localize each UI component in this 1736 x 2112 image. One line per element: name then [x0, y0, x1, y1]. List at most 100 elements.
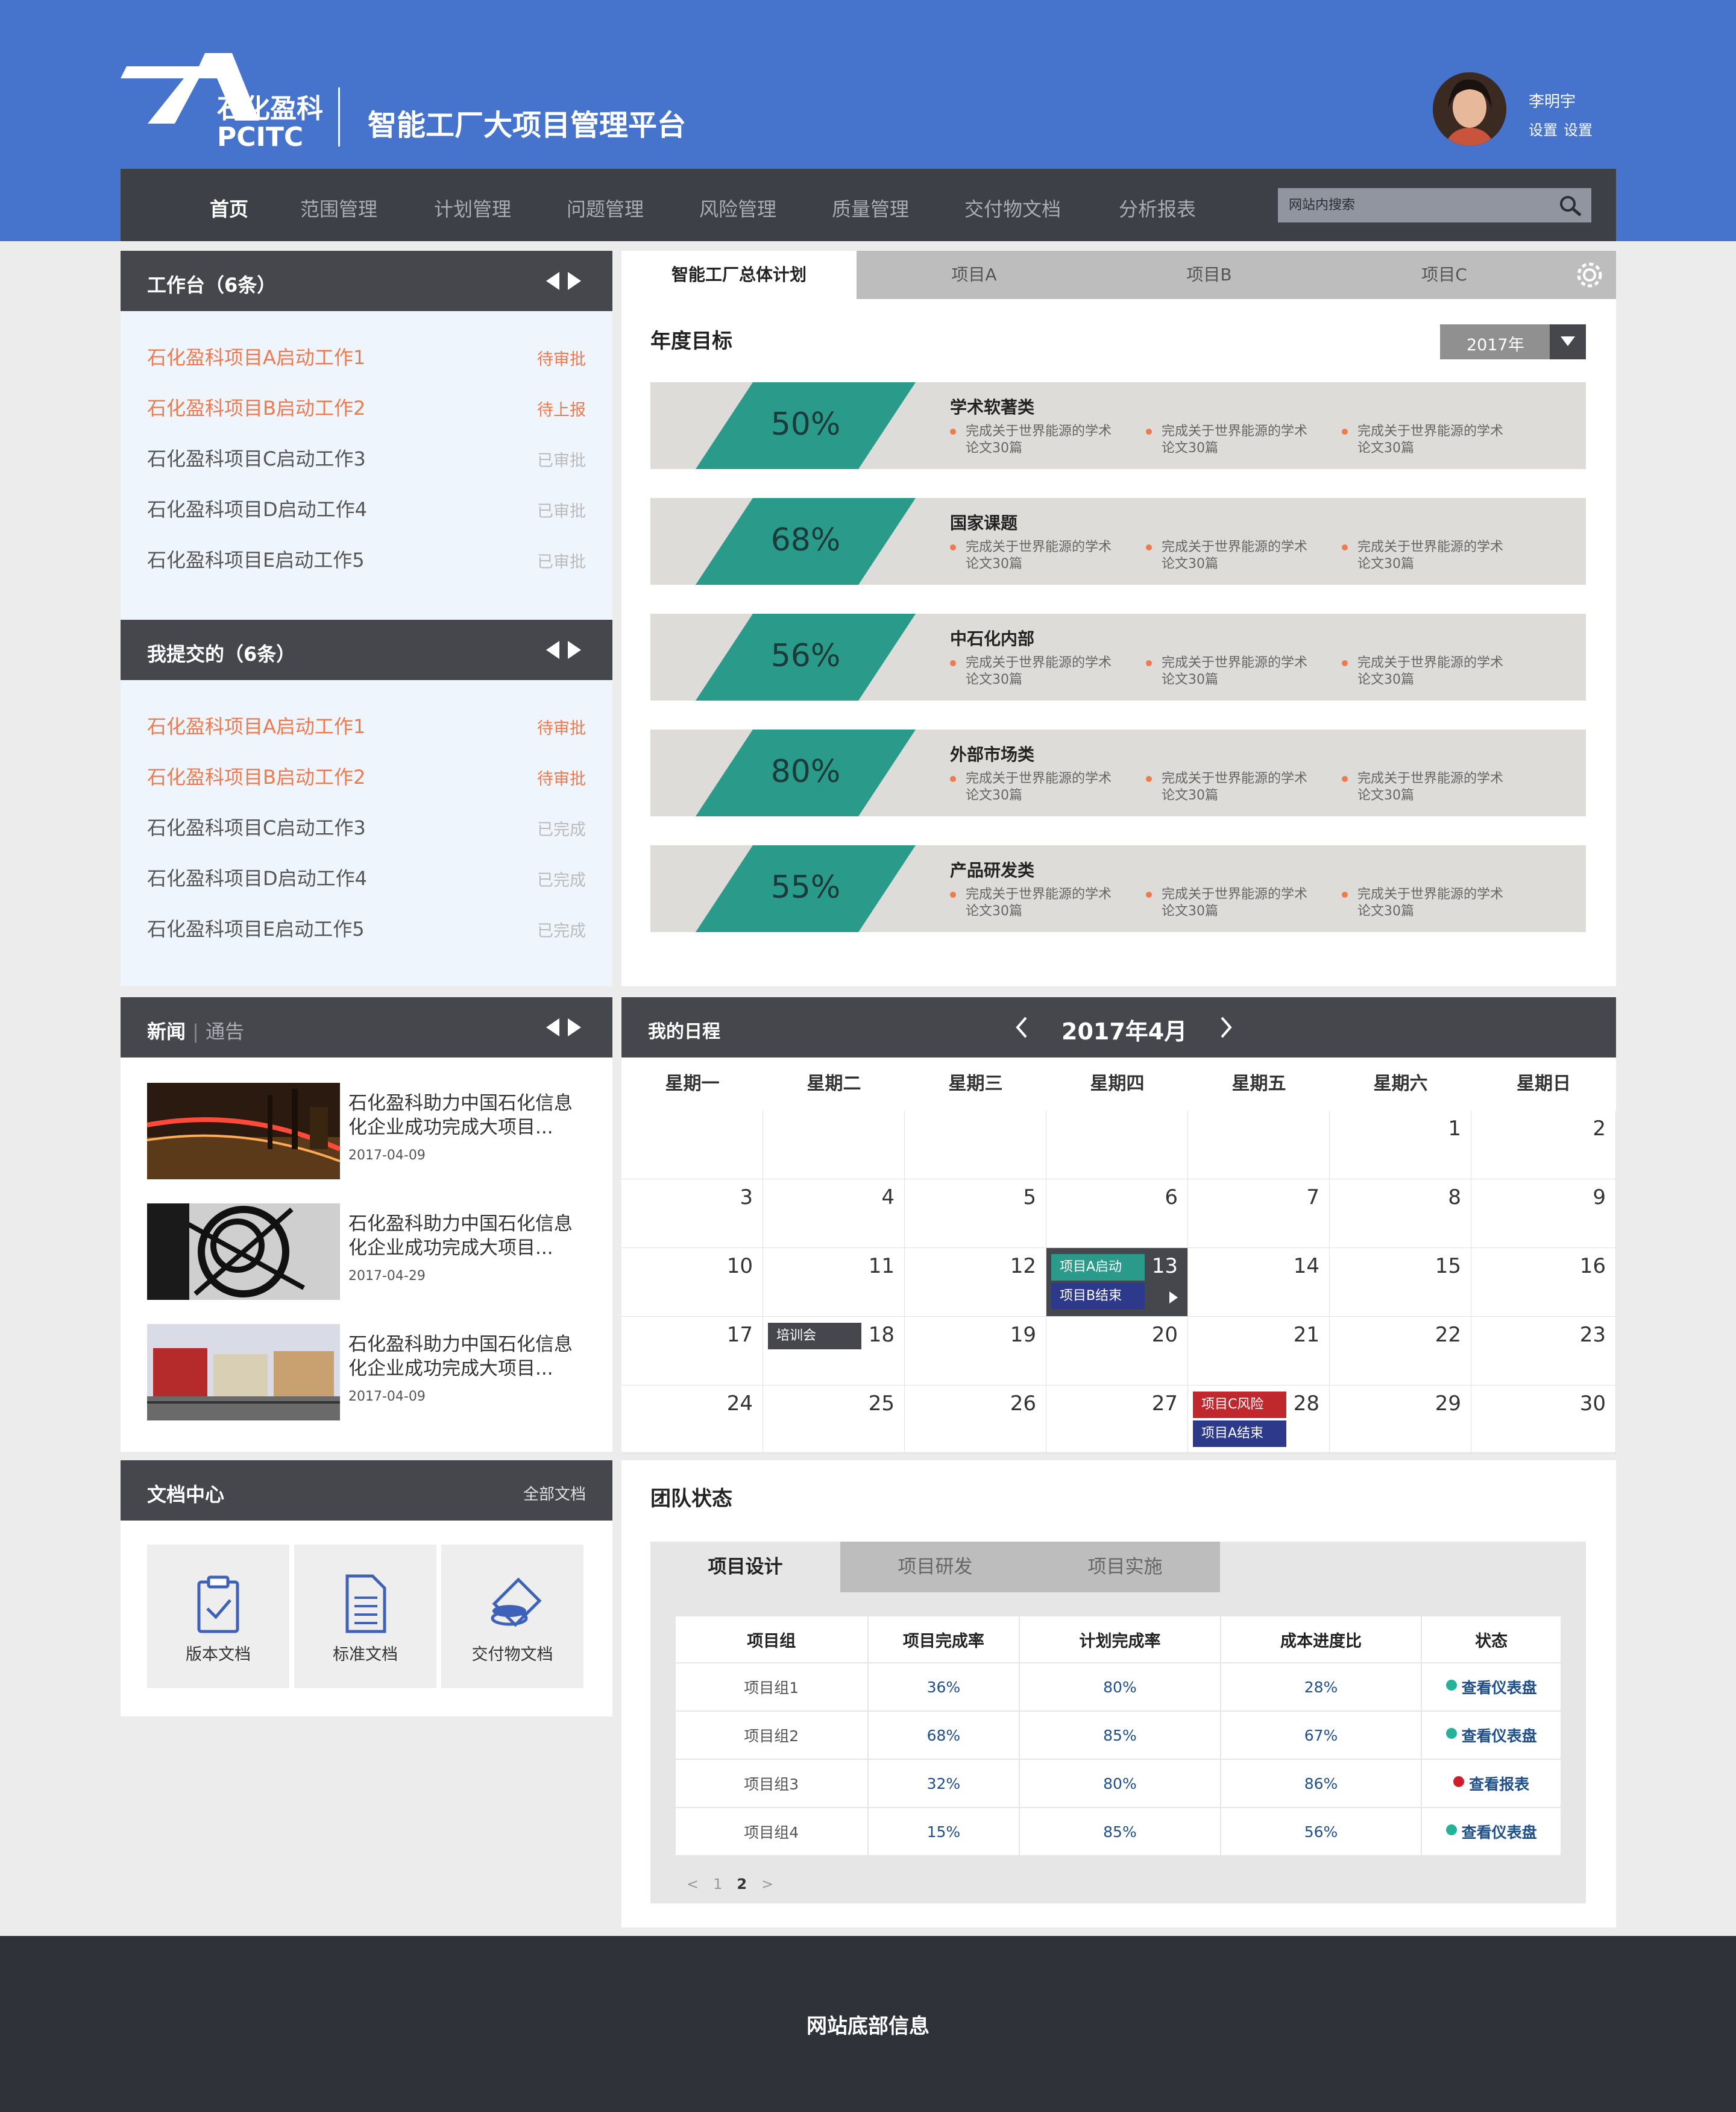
prev-arrow-icon[interactable] [546, 641, 559, 659]
news-image[interactable] [147, 1083, 340, 1179]
news-image[interactable] [147, 1203, 340, 1300]
list-item[interactable]: 石化盈科项目B启动工作2 待审批 [147, 749, 586, 799]
gear-icon[interactable] [1575, 260, 1604, 289]
pager-page[interactable]: 1 [713, 1876, 722, 1893]
calendar-cell[interactable]: 22 [1330, 1317, 1471, 1385]
calendar-cell[interactable]: 30 [1471, 1385, 1616, 1454]
calendar-cell[interactable]: 1 [1330, 1111, 1471, 1179]
view-report-link[interactable]: 查看报表 [1453, 1773, 1529, 1794]
standard-docs-button[interactable]: 标准文档 [294, 1545, 436, 1688]
calendar-cell[interactable]: 3 [621, 1179, 763, 1248]
calendar-cell[interactable]: 4 [763, 1179, 905, 1248]
tab-overall-plan[interactable]: 智能工厂总体计划 [621, 251, 857, 299]
notice-tab[interactable]: 通告 [206, 1020, 244, 1043]
news-title[interactable]: 石化盈科助力中国石化信息化企业成功完成大项目... [348, 1091, 590, 1140]
nav-quality[interactable]: 质量管理 [832, 194, 909, 222]
prev-arrow-icon[interactable] [546, 1018, 559, 1036]
nav-reports[interactable]: 分析报表 [1119, 194, 1196, 222]
news-item[interactable]: 石化盈科助力中国石化信息化企业成功完成大项目... 2017-04-29 [147, 1203, 593, 1300]
nav-risk[interactable]: 风险管理 [699, 194, 776, 222]
calendar-cell[interactable]: 14 [1188, 1248, 1330, 1317]
calendar-cell[interactable]: 17 [621, 1317, 763, 1385]
calendar-event[interactable]: 培训会 [768, 1323, 861, 1349]
search-icon[interactable] [1559, 195, 1583, 217]
calendar-cell[interactable]: 15 [1330, 1248, 1471, 1317]
calendar-cell[interactable] [905, 1111, 1046, 1179]
pager-page-current[interactable]: 2 [737, 1876, 747, 1893]
calendar-cell[interactable]: 12 [905, 1248, 1046, 1317]
nav-issue[interactable]: 问题管理 [567, 194, 644, 222]
calendar-cell[interactable]: 5 [905, 1179, 1046, 1248]
calendar-event[interactable]: 项目B结束 [1051, 1283, 1145, 1310]
calendar-cell[interactable]: 8 [1330, 1179, 1471, 1248]
search-input[interactable] [1278, 188, 1555, 222]
next-arrow-icon[interactable] [568, 1018, 581, 1036]
view-dashboard-link[interactable]: 查看仪表盘 [1445, 1676, 1537, 1698]
settings-link[interactable]: 设置 [1529, 122, 1558, 139]
tab-implement[interactable]: 项目实施 [1030, 1542, 1220, 1592]
avatar[interactable] [1433, 72, 1506, 146]
all-docs-link[interactable]: 全部文档 [523, 1482, 586, 1504]
calendar-cell[interactable]: 16 [1471, 1248, 1616, 1317]
calendar-cell[interactable]: 25 [763, 1385, 905, 1454]
deliverable-docs-button[interactable]: 交付物文档 [441, 1545, 583, 1688]
calendar-cell[interactable]: 21 [1188, 1317, 1330, 1385]
calendar-event[interactable]: 项目A启动 [1051, 1254, 1145, 1281]
news-title[interactable]: 石化盈科助力中国石化信息化企业成功完成大项目... [348, 1332, 590, 1381]
calendar-cell[interactable]: 9 [1471, 1179, 1616, 1248]
version-docs-button[interactable]: 版本文档 [147, 1545, 289, 1688]
nav-plan[interactable]: 计划管理 [434, 194, 511, 222]
tab-project-b[interactable]: 项目B [1092, 251, 1327, 299]
list-item[interactable]: 石化盈科项目C启动工作3 已审批 [147, 430, 586, 481]
calendar-cell[interactable]: 29 [1330, 1385, 1471, 1454]
news-title[interactable]: 石化盈科助力中国石化信息化企业成功完成大项目... [348, 1212, 590, 1260]
tab-project-a[interactable]: 项目A [857, 251, 1092, 299]
chevron-down-icon[interactable] [1550, 324, 1586, 359]
list-item[interactable]: 石化盈科项目E启动工作5 已完成 [147, 901, 586, 951]
nav-home[interactable]: 首页 [210, 194, 248, 222]
pager-prev[interactable]: < [687, 1876, 699, 1893]
view-dashboard-link[interactable]: 查看仪表盘 [1445, 1821, 1537, 1842]
calendar-cell[interactable]: 27 [1046, 1385, 1188, 1454]
next-arrow-icon[interactable] [568, 272, 581, 290]
calendar-cell[interactable] [621, 1111, 763, 1179]
chevron-left-icon[interactable] [1010, 1015, 1034, 1039]
list-item[interactable]: 石化盈科项目C启动工作3 已完成 [147, 799, 586, 850]
list-item[interactable]: 石化盈科项目D启动工作4 已审批 [147, 481, 586, 532]
calendar-cell[interactable]: 7 [1188, 1179, 1330, 1248]
calendar-cell[interactable]: 6 [1046, 1179, 1188, 1248]
calendar-cell[interactable] [763, 1111, 905, 1179]
play-arrow-icon[interactable] [1169, 1291, 1178, 1303]
calendar-cell[interactable]: 13 项目A启动 项目B结束 [1046, 1248, 1188, 1317]
nav-scope[interactable]: 范围管理 [300, 194, 377, 222]
news-image[interactable] [147, 1324, 340, 1420]
calendar-cell[interactable]: 18 培训会 [763, 1317, 905, 1385]
calendar-cell[interactable]: 28 项目C风险 项目A结束 [1188, 1385, 1330, 1454]
calendar-cell[interactable]: 20 [1046, 1317, 1188, 1385]
calendar-cell[interactable]: 26 [905, 1385, 1046, 1454]
news-tab[interactable]: 新闻 [147, 1020, 186, 1043]
nav-deliverables[interactable]: 交付物文档 [964, 194, 1061, 222]
tab-design[interactable]: 项目设计 [650, 1542, 840, 1592]
view-dashboard-link[interactable]: 查看仪表盘 [1445, 1724, 1537, 1746]
calendar-cell[interactable]: 23 [1471, 1317, 1616, 1385]
calendar-cell[interactable]: 11 [763, 1248, 905, 1317]
settings-link-2[interactable]: 设置 [1564, 122, 1593, 139]
calendar-event[interactable]: 项目A结束 [1193, 1420, 1286, 1447]
calendar-cell[interactable]: 2 [1471, 1111, 1616, 1179]
next-arrow-icon[interactable] [568, 641, 581, 659]
calendar-cell[interactable]: 10 [621, 1248, 763, 1317]
list-item[interactable]: 石化盈科项目A启动工作1 待审批 [147, 698, 586, 749]
calendar-cell[interactable] [1046, 1111, 1188, 1179]
pager-next[interactable]: > [761, 1876, 773, 1893]
calendar-cell[interactable]: 19 [905, 1317, 1046, 1385]
list-item[interactable]: 石化盈科项目B启动工作2 待上报 [147, 380, 586, 430]
calendar-cell[interactable]: 24 [621, 1385, 763, 1454]
calendar-event[interactable]: 项目C风险 [1193, 1392, 1286, 1418]
news-item[interactable]: 石化盈科助力中国石化信息化企业成功完成大项目... 2017-04-09 [147, 1083, 593, 1179]
tab-develop[interactable]: 项目研发 [840, 1542, 1030, 1592]
year-select[interactable]: 2017年 [1440, 324, 1586, 359]
news-item[interactable]: 石化盈科助力中国石化信息化企业成功完成大项目... 2017-04-09 [147, 1324, 593, 1420]
prev-arrow-icon[interactable] [546, 272, 559, 290]
company-logo[interactable]: 石化盈科 PCITC [121, 42, 326, 153]
